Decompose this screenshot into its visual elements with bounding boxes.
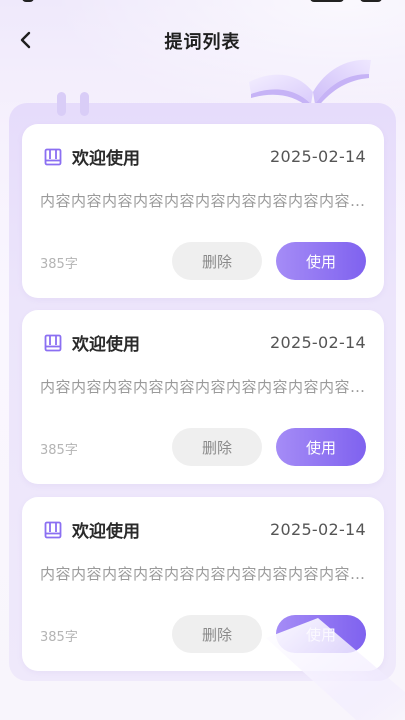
char-count: 385字 bbox=[40, 443, 78, 458]
card-title: 欢迎使用 bbox=[72, 335, 140, 355]
card-date: 2025-02-14 bbox=[270, 520, 366, 539]
delete-button[interactable]: 删除 bbox=[172, 428, 262, 466]
prompt-card[interactable]: 欢迎使用 2025-02-14 内容内容内容内容内容内容内容内容内容内容内容内容… bbox=[22, 124, 384, 298]
card-date: 2025-02-14 bbox=[270, 147, 366, 166]
book-icon bbox=[44, 148, 62, 166]
use-button[interactable]: 使用 bbox=[276, 242, 366, 280]
card-date: 2025-02-14 bbox=[270, 333, 366, 352]
card-header: 欢迎使用 2025-02-14 bbox=[22, 497, 384, 557]
char-count: 385字 bbox=[40, 630, 78, 645]
status-bar-fragment bbox=[360, 0, 382, 2]
status-bar-fragment bbox=[310, 0, 344, 2]
open-book-illustration bbox=[249, 59, 371, 108]
card-title: 欢迎使用 bbox=[72, 522, 140, 542]
use-button[interactable]: 使用 bbox=[276, 615, 366, 653]
delete-button[interactable]: 删除 bbox=[172, 242, 262, 280]
card-title: 欢迎使用 bbox=[72, 149, 140, 169]
page-title: 提词列表 bbox=[164, 32, 241, 53]
status-bar-fragment bbox=[22, 0, 34, 2]
book-icon bbox=[44, 521, 62, 539]
use-button[interactable]: 使用 bbox=[276, 428, 366, 466]
prompt-card[interactable]: 欢迎使用 2025-02-14 内容内容内容内容内容内容内容内容内容内容内容内容… bbox=[22, 310, 384, 484]
delete-button[interactable]: 删除 bbox=[172, 615, 262, 653]
card-content-preview: 内容内容内容内容内容内容内容内容内容内容内容内容内容内容 bbox=[40, 565, 372, 583]
book-icon bbox=[44, 334, 62, 352]
card-content-preview: 内容内容内容内容内容内容内容内容内容内容内容内容内容内容 bbox=[40, 378, 372, 396]
prompt-card[interactable]: 欢迎使用 2025-02-14 内容内容内容内容内容内容内容内容内容内容内容内容… bbox=[22, 497, 384, 671]
card-content-preview: 内容内容内容内容内容内容内容内容内容内容内容内容内容内容 bbox=[40, 192, 372, 210]
card-header: 欢迎使用 2025-02-14 bbox=[22, 310, 384, 370]
panel-tab bbox=[57, 92, 66, 116]
panel-tab bbox=[80, 92, 89, 116]
char-count: 385字 bbox=[40, 257, 78, 272]
card-header: 欢迎使用 2025-02-14 bbox=[22, 124, 384, 184]
